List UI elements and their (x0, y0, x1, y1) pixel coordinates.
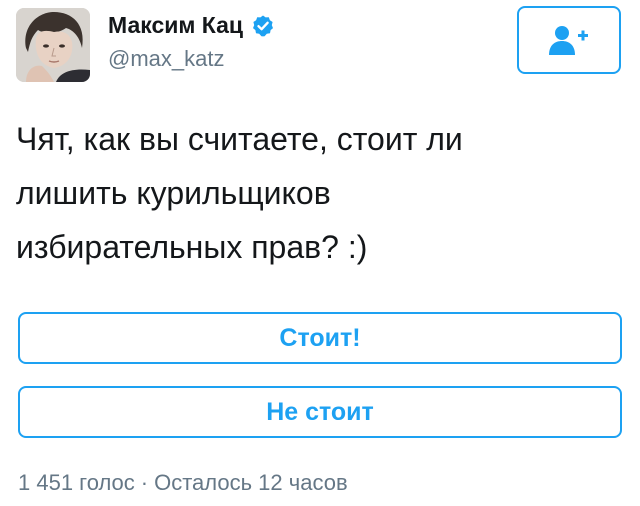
tweet-text-line: лишить курильщиков (16, 175, 331, 211)
follow-button[interactable] (517, 6, 621, 74)
add-user-icon (549, 26, 588, 55)
tweet-card: Максим Кац @max_katz Чят, как вы считает… (0, 0, 640, 506)
poll-vote-count: 1 451 голос (18, 470, 135, 495)
avatar[interactable] (16, 8, 90, 82)
author-display-name[interactable]: Максим Кац (108, 12, 243, 39)
tweet-text-line: Чят, как вы считаете, стоит ли (16, 121, 463, 157)
poll-option-button[interactable]: Стоит! (18, 312, 622, 364)
author-name-row[interactable]: Максим Кац (108, 12, 275, 39)
poll-time-left: Осталось 12 часов (154, 470, 348, 495)
poll-meta-separator: · (140, 470, 149, 495)
poll-meta: 1 451 голос · Осталось 12 часов (18, 470, 348, 496)
tweet-text: Чят, как вы считаете, стоит ли лишить ку… (16, 112, 576, 274)
poll-option-button[interactable]: Не стоит (18, 386, 622, 438)
verified-badge-icon (251, 14, 275, 38)
avatar-portrait-icon (16, 8, 90, 82)
tweet-text-line: избирательных прав? :) (16, 229, 368, 265)
author-handle[interactable]: @max_katz (108, 46, 224, 72)
